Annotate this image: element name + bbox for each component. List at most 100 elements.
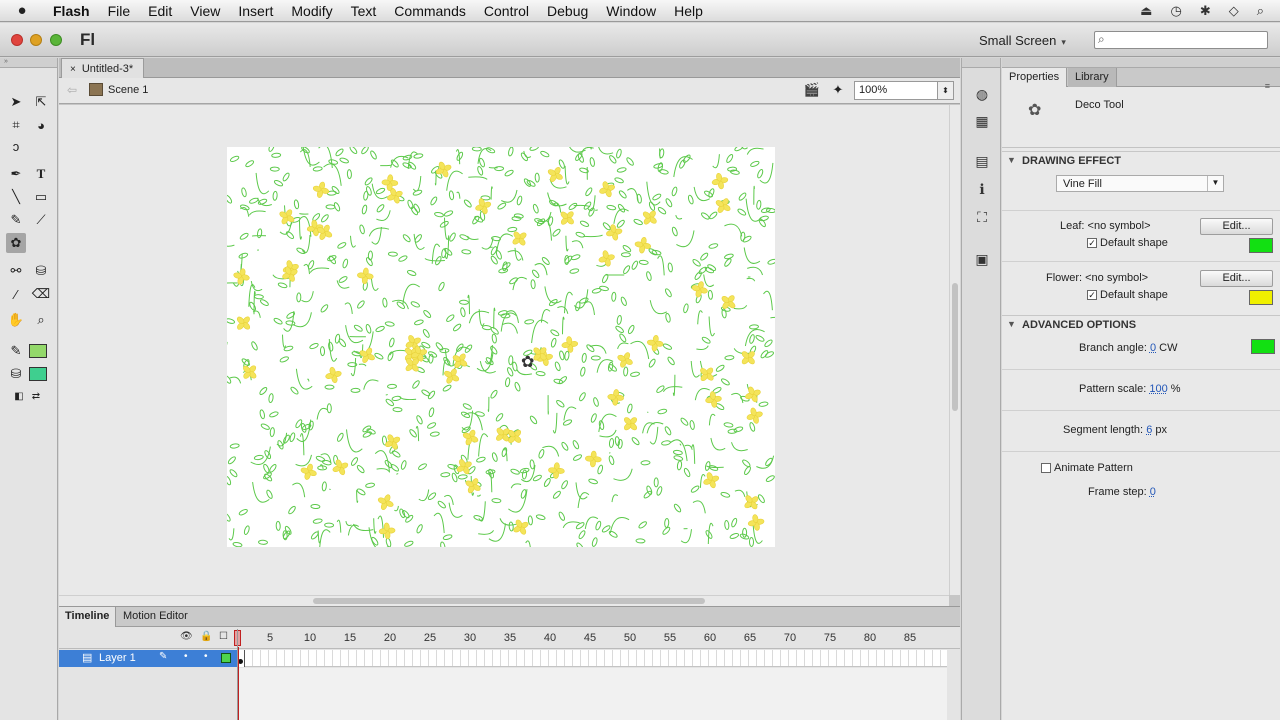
menu-edit[interactable]: Edit: [139, 3, 181, 19]
help-search-input[interactable]: ⌕: [1094, 31, 1268, 49]
horizontal-scrollbar[interactable]: [59, 595, 949, 606]
zoom-tool-icon[interactable]: ⌕: [31, 310, 51, 330]
spotlight-icon[interactable]: ⌕: [1257, 3, 1264, 19]
time-machine-icon[interactable]: ◷: [1170, 3, 1181, 19]
tab-timeline[interactable]: Timeline: [59, 607, 116, 627]
vertical-scroll-thumb[interactable]: [952, 283, 958, 411]
eye-icon[interactable]: 👁: [180, 631, 193, 642]
checkbox-unchecked[interactable]: [1041, 463, 1051, 473]
color-panel-icon[interactable]: ◍: [972, 84, 992, 104]
animate-pattern-checkbox[interactable]: Animate Pattern: [1041, 462, 1133, 474]
menu-window[interactable]: Window: [597, 3, 665, 19]
bluetooth-icon[interactable]: ✱: [1200, 3, 1211, 19]
drawing-effect-header[interactable]: ▼ DRAWING EFFECT: [1002, 151, 1280, 169]
branch-color-swatch[interactable]: [1251, 339, 1275, 354]
panel-grip[interactable]: [1002, 58, 1280, 68]
leaf-default-shape-checkbox[interactable]: ✓ Default shape: [1087, 237, 1168, 249]
menu-view[interactable]: View: [181, 3, 229, 19]
pen-tool-icon[interactable]: ✒: [6, 164, 26, 184]
menu-control[interactable]: Control: [475, 3, 538, 19]
apple-icon[interactable]: ●: [0, 2, 44, 19]
selection-tool-icon[interactable]: ➤: [6, 92, 26, 112]
chevron-down-icon[interactable]: ⬍: [937, 82, 953, 99]
eyedropper-tool-icon[interactable]: ⁄: [6, 284, 26, 304]
lasso-tool-icon[interactable]: ↄ: [6, 136, 26, 156]
zoom-window-button[interactable]: [50, 34, 62, 46]
paint-bucket-tool-icon[interactable]: ⛁: [31, 261, 51, 281]
workspace-switcher[interactable]: Small Screen ▾: [979, 33, 1066, 48]
menu-file[interactable]: File: [99, 3, 140, 19]
branch-angle-value[interactable]: 0: [1150, 342, 1156, 354]
pencil-tool-icon[interactable]: ✎: [6, 210, 26, 230]
scene-breadcrumb[interactable]: Scene 1: [108, 84, 148, 96]
layer-outline-color-box[interactable]: [221, 653, 231, 663]
menu-text[interactable]: Text: [342, 3, 386, 19]
free-transform-tool-icon[interactable]: ⌗: [6, 115, 26, 135]
wifi-icon[interactable]: ◇: [1229, 3, 1239, 19]
menu-debug[interactable]: Debug: [538, 3, 597, 19]
outline-icon[interactable]: ☐: [219, 631, 228, 642]
checkbox-checked[interactable]: ✓: [1087, 290, 1097, 300]
frames-row[interactable]: [237, 650, 947, 667]
advanced-options-header[interactable]: ▼ ADVANCED OPTIONS: [1002, 315, 1280, 333]
flower-default-shape-checkbox[interactable]: ✓ Default shape: [1087, 289, 1168, 301]
fill-color-swatch[interactable]: [29, 367, 47, 381]
brush-tool-icon[interactable]: ⟋: [31, 210, 51, 230]
layer-row[interactable]: ▤ Layer 1 ✎ • •: [59, 650, 237, 667]
pattern-scale-value[interactable]: 100: [1149, 383, 1167, 395]
edit-leaf-button[interactable]: Edit...: [1200, 218, 1273, 235]
panel-grip[interactable]: »: [0, 58, 57, 68]
checkbox-checked[interactable]: ✓: [1087, 238, 1097, 248]
align-panel-icon[interactable]: ▤: [972, 151, 992, 171]
edit-scene-icon[interactable]: 🎬: [803, 82, 821, 99]
tab-properties[interactable]: Properties: [1002, 68, 1067, 87]
deco-tool-icon[interactable]: ✿: [6, 233, 26, 253]
playhead-line[interactable]: [238, 647, 239, 720]
swatches-panel-icon[interactable]: ▦: [972, 111, 992, 131]
eject-icon[interactable]: ⏏: [1140, 3, 1152, 19]
tab-library[interactable]: Library: [1068, 68, 1117, 87]
rectangle-tool-icon[interactable]: ▭: [31, 187, 51, 207]
disclosure-triangle-icon[interactable]: ▼: [1007, 319, 1016, 329]
minimize-window-button[interactable]: [30, 34, 42, 46]
frame-ruler[interactable]: 1510152025303540455055606570758085: [237, 629, 957, 649]
lock-icon[interactable]: 🔒: [200, 631, 212, 642]
line-tool-icon[interactable]: ╲: [6, 187, 26, 207]
stage[interactable]: ✿: [227, 147, 775, 547]
close-tab-icon[interactable]: ×: [70, 64, 76, 75]
disclosure-triangle-icon[interactable]: ▼: [1007, 155, 1016, 165]
frame-step-value[interactable]: 0: [1150, 486, 1156, 498]
components-panel-icon[interactable]: ▣: [972, 249, 992, 269]
visibility-dot[interactable]: •: [184, 651, 188, 662]
menu-app-flash[interactable]: Flash: [44, 3, 99, 19]
info-panel-icon[interactable]: ℹ: [972, 179, 992, 199]
flower-color-swatch[interactable]: [1249, 290, 1273, 305]
back-arrow-icon[interactable]: ⇦: [67, 83, 77, 97]
vertical-scrollbar[interactable]: [949, 105, 960, 595]
3d-rotation-tool-icon[interactable]: ◕: [31, 115, 51, 135]
menu-modify[interactable]: Modify: [282, 3, 341, 19]
subselection-tool-icon[interactable]: ⇱: [31, 92, 51, 112]
close-window-button[interactable]: [11, 34, 23, 46]
lock-dot[interactable]: •: [204, 651, 208, 662]
segment-length-value[interactable]: 6: [1146, 424, 1152, 436]
swap-colors-icon[interactable]: ⇄: [26, 386, 46, 406]
bone-tool-icon[interactable]: ⚯: [6, 261, 26, 281]
menu-insert[interactable]: Insert: [229, 3, 282, 19]
menu-commands[interactable]: Commands: [385, 3, 475, 19]
stroke-color-swatch[interactable]: [29, 344, 47, 358]
transform-panel-icon[interactable]: ⛶: [972, 207, 992, 227]
edit-symbols-icon[interactable]: ✦: [829, 82, 847, 99]
eraser-tool-icon[interactable]: ⌫: [31, 284, 51, 304]
tab-motion-editor[interactable]: Motion Editor: [117, 607, 194, 627]
panel-grip[interactable]: [962, 58, 1000, 68]
zoom-field[interactable]: 100% ⬍: [854, 81, 954, 100]
effect-dropdown[interactable]: Vine Fill ▼: [1056, 175, 1224, 192]
layer-name[interactable]: Layer 1: [99, 652, 136, 664]
leaf-color-swatch[interactable]: [1249, 238, 1273, 253]
edit-flower-button[interactable]: Edit...: [1200, 270, 1273, 287]
text-tool-icon[interactable]: T: [31, 164, 51, 184]
horizontal-scroll-thumb[interactable]: [313, 598, 705, 604]
menu-help[interactable]: Help: [665, 3, 712, 19]
document-tab[interactable]: × Untitled-3*: [61, 58, 144, 78]
